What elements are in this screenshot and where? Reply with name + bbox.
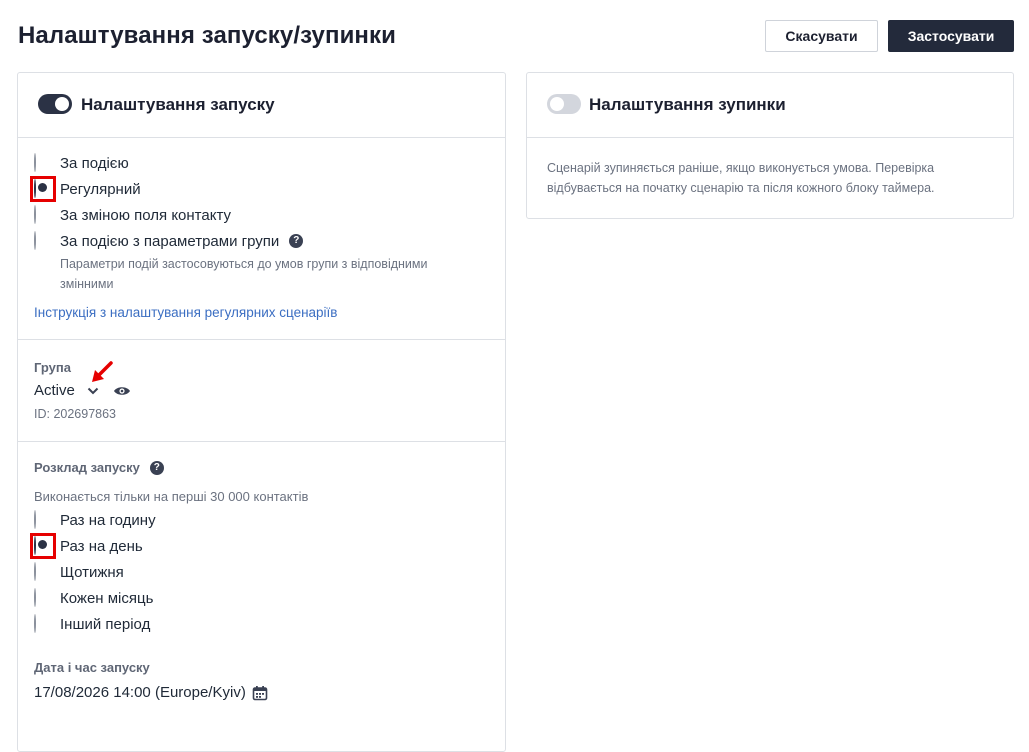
help-icon[interactable]: ? [149, 460, 164, 475]
cancel-button[interactable]: Скасувати [765, 20, 878, 52]
radio-label: Інший період [60, 615, 151, 633]
schedule-option-weekly[interactable]: Щотижня [34, 561, 124, 583]
radio-button[interactable] [34, 231, 36, 250]
trigger-option-event[interactable]: За подією [34, 152, 129, 174]
schedule-option-daily[interactable]: Раз на день [30, 533, 143, 559]
radio-label: Регулярний [60, 180, 141, 198]
group-label: Група [34, 360, 71, 375]
annotation-arrow-icon [92, 361, 113, 382]
schedule-option-other[interactable]: Інший період [34, 613, 150, 635]
radio-label: Щотижня [60, 563, 124, 581]
page-title: Налаштування запуску/зупинки [18, 22, 396, 49]
trigger-type-section: За подією Регулярний За зміною поля конт… [18, 138, 505, 340]
group-value: Active [34, 382, 75, 399]
launch-toggle[interactable] [38, 94, 72, 114]
radio-label: За зміною поля контакту [60, 206, 231, 224]
launch-settings-header: Налаштування запуску [18, 73, 505, 138]
stop-description: Сценарій зупиняється раніше, якщо викону… [547, 161, 935, 195]
radio-button[interactable] [34, 614, 36, 633]
trigger-option-contact-field[interactable]: За зміною поля контакту [34, 204, 231, 226]
chevron-down-icon[interactable] [87, 387, 99, 395]
datetime-field[interactable]: 17/08/2026 14:00 (Europe/Kyiv) [34, 684, 268, 701]
radio-label: Кожен місяць [60, 589, 154, 607]
datetime-label: Дата і час запуску [34, 660, 150, 675]
calendar-icon[interactable] [252, 685, 268, 701]
stop-settings-card: Налаштування зупинки Сценарій зупиняєтьс… [526, 72, 1014, 219]
group-selector[interactable]: Active [34, 382, 131, 399]
schedule-section: Розклад запуску ? Виконається тільки на … [18, 442, 505, 742]
radio-button[interactable] [34, 588, 36, 607]
radio-label: За подією з параметрами групи [60, 232, 280, 250]
help-icon[interactable]: ? [289, 234, 304, 248]
schedule-option-hourly[interactable]: Раз на годину [34, 509, 156, 531]
stop-settings-title: Налаштування зупинки [589, 95, 786, 114]
stop-toggle[interactable] [547, 94, 581, 114]
annotation-highlight-box [30, 533, 56, 559]
annotation-highlight-box [30, 176, 56, 202]
radio-button[interactable] [34, 510, 36, 529]
radio-button[interactable] [34, 205, 36, 224]
instruction-link[interactable]: Інструкція з налаштування регулярних сце… [34, 305, 337, 320]
trigger-option-regular[interactable]: Регулярний [30, 176, 141, 202]
launch-settings-card: Налаштування запуску За подією Регулярни… [17, 72, 506, 752]
trigger-option-event-group-params[interactable]: За подією з параметрами групи ? [34, 230, 304, 252]
radio-button-checked[interactable] [34, 536, 36, 555]
datetime-value: 17/08/2026 14:00 (Europe/Kyiv) [34, 684, 246, 701]
radio-label: Раз на день [60, 537, 143, 555]
eye-icon[interactable] [113, 385, 131, 397]
group-params-hint: Параметри подій застосовуються до умов г… [60, 257, 428, 291]
group-section: Група Active ID: 202697863 [18, 340, 505, 442]
radio-label: Раз на годину [60, 511, 156, 529]
group-id: ID: 202697863 [34, 407, 117, 421]
toggle-knob [550, 97, 564, 111]
launch-settings-title: Налаштування запуску [81, 95, 275, 114]
schedule-option-monthly[interactable]: Кожен місяць [34, 587, 153, 609]
radio-button[interactable] [34, 562, 36, 581]
schedule-label-row: Розклад запуску ? [34, 460, 164, 475]
schedule-hint: Виконається тільки на перші 30 000 конта… [34, 489, 309, 504]
radio-label: За подією [60, 154, 129, 172]
schedule-label: Розклад запуску [34, 460, 140, 475]
radio-button-checked[interactable] [34, 179, 36, 198]
toggle-knob [55, 97, 69, 111]
stop-settings-header: Налаштування зупинки [527, 73, 1013, 138]
apply-button[interactable]: Застосувати [888, 20, 1014, 52]
radio-button[interactable] [34, 153, 36, 172]
